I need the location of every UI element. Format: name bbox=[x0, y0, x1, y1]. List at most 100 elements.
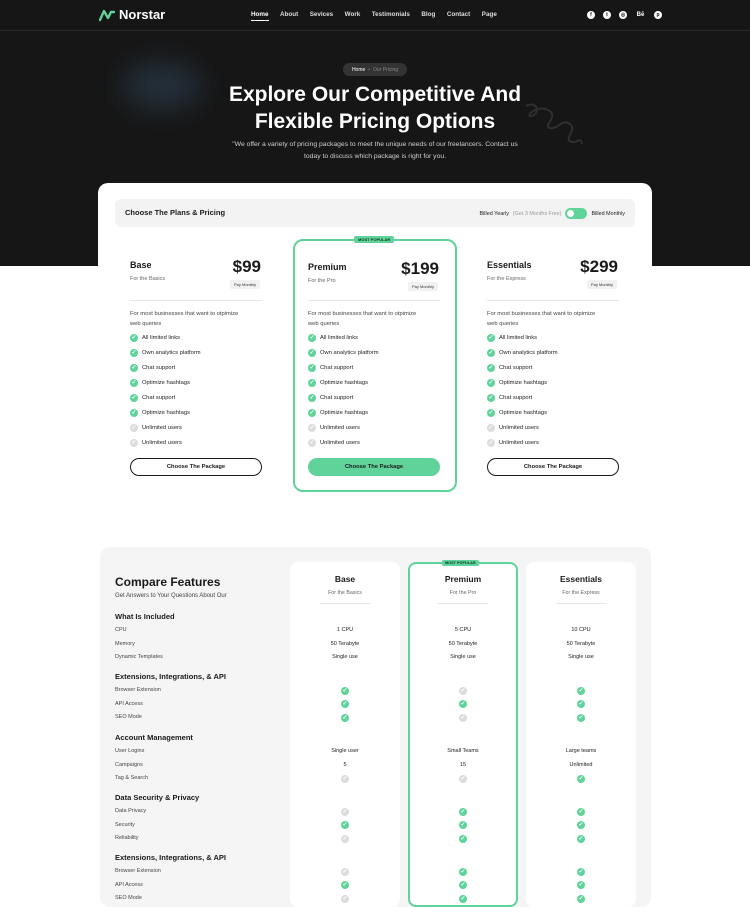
compare-cell-value: 50 Terabyte bbox=[330, 640, 360, 647]
compare-row-label: SEO Mode bbox=[115, 714, 142, 720]
plan-feature-item: ✓ Chat support bbox=[308, 364, 353, 372]
check-icon: ✓ bbox=[308, 379, 316, 387]
plan-name: Premium bbox=[308, 262, 347, 272]
plan-description-line-1: For most businesses that want to otpimiz… bbox=[308, 311, 417, 317]
billed-monthly-label[interactable]: Billed Monthly bbox=[591, 211, 625, 217]
compare-cell-value: Single use bbox=[332, 654, 358, 660]
check-icon: ✓ bbox=[459, 881, 467, 889]
compare-row-label: Campaigns bbox=[115, 761, 143, 768]
check-disabled-icon: ✓ bbox=[341, 807, 349, 816]
plan-feature-item: ✓ Own analytics platform bbox=[487, 349, 558, 357]
compare-plan-name: Premium bbox=[444, 574, 482, 584]
compare-row-label: Data Privacy bbox=[115, 808, 147, 814]
check-icon: ✓ bbox=[459, 867, 467, 876]
nav-services[interactable]: Sevices bbox=[310, 11, 333, 21]
nav-about[interactable]: About bbox=[280, 11, 298, 21]
plan-feature-label: Unlimited users bbox=[142, 440, 182, 446]
billing-toggle[interactable] bbox=[565, 208, 588, 219]
social-links: f t ◎ Bē p bbox=[587, 11, 662, 19]
compare-row-label: API Access bbox=[115, 700, 143, 707]
plan-name: Base bbox=[130, 260, 152, 270]
choose-package-button[interactable]: Choose The Package bbox=[308, 458, 440, 476]
brand-name: Norstar bbox=[119, 7, 166, 22]
check-icon: ✓ bbox=[577, 881, 585, 889]
check-disabled-icon: ✓ bbox=[308, 424, 316, 432]
compare-cell-value: Single use bbox=[450, 654, 476, 660]
check-disabled-icon: ✓ bbox=[459, 686, 467, 695]
twitter-icon[interactable]: t bbox=[603, 11, 611, 19]
behance-icon[interactable]: Bē bbox=[635, 11, 646, 19]
check-icon: ✓ bbox=[130, 409, 138, 417]
plan-billing-tag: Pay Monthly bbox=[230, 280, 261, 289]
plan-divider bbox=[130, 300, 262, 301]
pinterest-icon[interactable]: p bbox=[654, 11, 662, 19]
check-disabled-icon: ✓ bbox=[459, 774, 467, 783]
nav-work[interactable]: Work bbox=[345, 11, 361, 21]
plan-feature-label: Optimize hashtags bbox=[320, 380, 369, 386]
compare-cell-value: 50 Terabyte bbox=[566, 640, 596, 647]
nav-home[interactable]: Home bbox=[251, 11, 269, 21]
plan-feature-label: All limited links bbox=[142, 335, 181, 341]
check-icon: ✓ bbox=[487, 349, 495, 357]
nav-contact[interactable]: Contact bbox=[447, 11, 470, 21]
check-icon: ✓ bbox=[308, 349, 316, 357]
compare-plan-name: Base bbox=[334, 574, 356, 584]
check-icon: ✓ bbox=[459, 894, 467, 903]
breadcrumb: Home • Our Pricing bbox=[343, 63, 407, 76]
check-icon: ✓ bbox=[577, 713, 585, 722]
compare-cell-value: Single user bbox=[331, 748, 359, 754]
check-icon: ✓ bbox=[577, 834, 585, 843]
check-icon: ✓ bbox=[577, 894, 585, 903]
plan-feature-label: Chat support bbox=[320, 365, 354, 371]
plan-feature-label: Chat support bbox=[142, 365, 176, 371]
main-menu: Home About Sevices Work Testimonials Blo… bbox=[251, 11, 508, 21]
compare-row-label: User Logins bbox=[115, 748, 145, 754]
billed-yearly-label[interactable]: Billed Yearly bbox=[480, 211, 509, 217]
norstar-logo-icon bbox=[99, 9, 115, 21]
plan-description-line-1: For most businesses that want to otpimiz… bbox=[130, 311, 239, 317]
compare-plan-tagline: For the Express bbox=[562, 590, 600, 596]
check-icon: ✓ bbox=[308, 334, 316, 342]
plan-feature-item: ✓ Chat support bbox=[487, 364, 532, 372]
most-popular-badge: MOST POPULAR bbox=[354, 236, 395, 243]
page-title-line-2: Flexible Pricing Options bbox=[254, 110, 496, 133]
compare-row-label: Security bbox=[115, 821, 135, 828]
compare-cell-value: 10 CPU bbox=[571, 627, 591, 633]
plan-feature-item: ✓ Chat support bbox=[130, 364, 175, 372]
compare-cell-value: Large teams bbox=[565, 748, 597, 754]
plan-tagline: For the Express bbox=[487, 276, 526, 282]
check-icon: ✓ bbox=[577, 807, 585, 816]
plan-feature-label: Chat support bbox=[142, 395, 176, 401]
plan-feature-label: Unlimited users bbox=[320, 440, 360, 446]
dribbble-icon[interactable]: ◎ bbox=[619, 11, 627, 19]
compare-row-label: Memory bbox=[115, 640, 135, 647]
plan-feature-item: ✓ All limited links bbox=[130, 334, 180, 342]
compare-title: Compare Features bbox=[115, 575, 221, 589]
breadcrumb-current: Our Pricing bbox=[373, 66, 399, 73]
compare-section-title: Extensions, Integrations, & API bbox=[115, 672, 226, 681]
plan-feature-label: Optimize hashtags bbox=[499, 410, 548, 416]
choose-package-button[interactable]: Choose The Package bbox=[487, 458, 619, 476]
check-icon: ✓ bbox=[341, 700, 349, 708]
nav-blog[interactable]: Blog bbox=[421, 11, 435, 21]
brand-logo[interactable]: Norstar bbox=[99, 7, 165, 22]
choose-package-button[interactable]: Choose The Package bbox=[130, 458, 262, 476]
nav-testimonials[interactable]: Testimonials bbox=[372, 11, 410, 21]
plan-feature-item: ✓ Unlimited users bbox=[487, 439, 539, 447]
compare-row-label: CPU bbox=[115, 627, 127, 633]
compare-section-title: Data Security & Privacy bbox=[115, 793, 200, 802]
check-icon: ✓ bbox=[577, 686, 585, 695]
compare-section-title: Account Management bbox=[115, 733, 193, 742]
check-disabled-icon: ✓ bbox=[130, 439, 138, 447]
check-icon: ✓ bbox=[130, 394, 138, 402]
plan-feature-item: ✓ Optimize hashtags bbox=[487, 379, 547, 387]
check-icon: ✓ bbox=[577, 700, 585, 708]
page-subtitle-line-2: today to discuss which package is right … bbox=[303, 153, 447, 160]
breadcrumb-home[interactable]: Home bbox=[352, 67, 365, 73]
nav-page[interactable]: Page bbox=[482, 11, 497, 21]
plan-feature-label: All limited links bbox=[320, 335, 359, 341]
compare-plan-divider bbox=[438, 603, 488, 604]
page-title-line-1: Explore Our Competitive And bbox=[228, 83, 522, 106]
facebook-icon[interactable]: f bbox=[587, 11, 595, 19]
check-icon: ✓ bbox=[341, 713, 349, 722]
